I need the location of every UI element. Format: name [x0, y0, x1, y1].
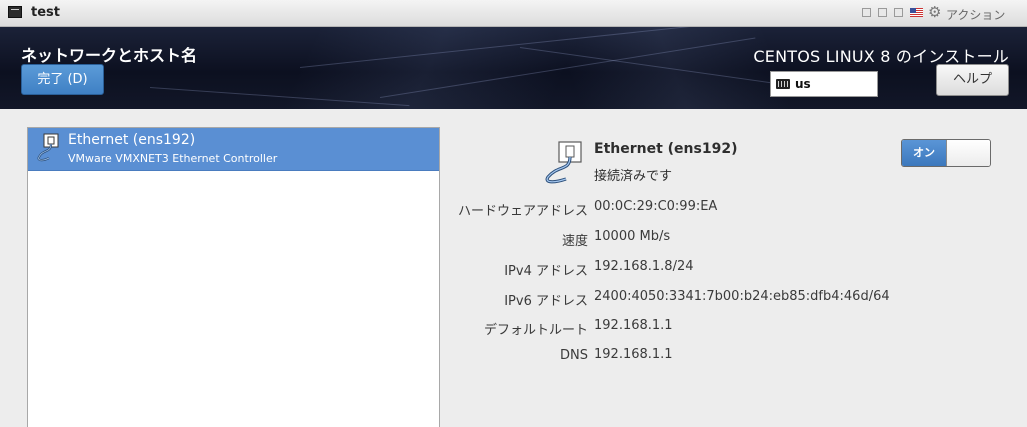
network-wired-icon — [545, 141, 582, 184]
ipv4-value: 192.168.1.8/24 — [594, 259, 694, 274]
connection-toggle[interactable]: オン — [901, 139, 991, 167]
window-control-icon[interactable] — [862, 8, 871, 17]
gear-icon[interactable]: ⚙ — [928, 4, 941, 20]
installer-window: test ⚙ アクション ネットワークとホスト名 完了 (D) CENTOS L… — [0, 0, 1027, 427]
device-name: Ethernet (ens192) — [68, 132, 196, 148]
window-title: test — [31, 5, 60, 20]
header-banner: ネットワークとホスト名 完了 (D) CENTOS LINUX 8 のインストー… — [0, 27, 1027, 109]
speed-value: 10000 Mb/s — [594, 229, 671, 244]
window-control-icon[interactable] — [878, 8, 887, 17]
ipv6-label: IPv6 アドレス — [504, 294, 588, 309]
device-description: VMware VMXNET3 Ethernet Controller — [68, 152, 278, 165]
keyboard-layout-label: us — [795, 77, 811, 91]
speed-label: 速度 — [561, 234, 588, 249]
terminal-icon — [8, 6, 22, 18]
flag-icon — [910, 8, 923, 17]
done-button[interactable]: 完了 (D) — [21, 64, 104, 95]
toggle-knob — [946, 140, 990, 166]
dns-label: DNS — [560, 348, 588, 363]
list-item[interactable]: Ethernet (ens192) VMware VMXNET3 Etherne… — [28, 128, 439, 171]
device-detail-name: Ethernet (ens192) — [594, 141, 738, 157]
main-content: Ethernet (ens192) VMware VMXNET3 Etherne… — [0, 109, 1027, 427]
default-route-label: デフォルトルート — [483, 323, 588, 338]
keyboard-icon — [776, 79, 790, 89]
dns-value: 192.168.1.1 — [594, 347, 673, 362]
page-title: ネットワークとホスト名 — [21, 46, 198, 65]
default-route-value: 192.168.1.1 — [594, 318, 673, 333]
ipv6-value: 2400:4050:3341:7b00:b24:eb85:dfb4:46d/64 — [594, 289, 890, 304]
hardware-address-label: ハードウェアアドレス — [457, 204, 588, 219]
network-wired-icon — [37, 133, 59, 162]
action-menu[interactable]: アクション — [946, 6, 1005, 23]
keyboard-layout-indicator[interactable]: us — [770, 71, 878, 97]
connection-status: 接続済みです — [594, 169, 673, 184]
ipv4-label: IPv4 アドレス — [504, 264, 588, 279]
window-titlebar: test ⚙ アクション — [0, 0, 1027, 27]
window-control-icon[interactable] — [894, 8, 903, 17]
hardware-address-value: 00:0C:29:C0:99:EA — [594, 199, 718, 214]
device-list[interactable]: Ethernet (ens192) VMware VMXNET3 Etherne… — [27, 127, 440, 427]
help-button[interactable]: ヘルプ — [936, 64, 1009, 96]
toggle-on-label: オン — [902, 140, 946, 166]
